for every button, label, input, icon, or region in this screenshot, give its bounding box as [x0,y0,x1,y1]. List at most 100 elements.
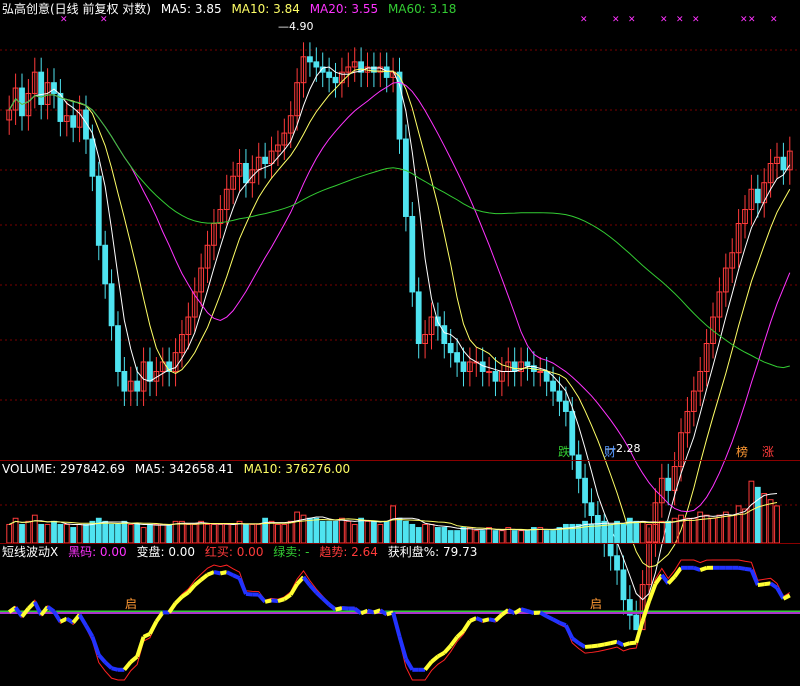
volume-bar [519,531,524,543]
trend-value: 趋势: 2.64 [319,545,378,559]
indicator-trend-seg [771,583,777,587]
volume-bar [544,531,549,543]
main-header: 弘高创意(日线 前复权 对数) MA5: 3.85 MA10: 3.84 MA2… [2,2,462,16]
black-code: 黑码: 0.00 [68,545,127,559]
candle-body [615,556,620,570]
indicator-name[interactable]: 短线波动X [2,545,58,559]
volume-bar [109,524,114,543]
volume-bar [595,524,600,543]
indicator-trend-seg [604,643,610,644]
candle-body [608,542,613,556]
volume-bar [148,524,153,543]
volume-bar [141,528,146,543]
indicator-trend-seg [291,584,297,595]
volume-bar [52,521,57,543]
indicator-trend-seg [368,611,374,613]
indicator-trend-seg [630,643,636,644]
indicator-trend-seg [739,568,745,569]
indicator-trend-seg [278,599,284,601]
volume-bar [186,524,191,543]
volume-bar [218,524,223,543]
signal-tag-tag_zhang: 涨 [762,444,774,459]
indicator-trend-seg [316,592,322,598]
indicator-trend-seg [329,604,335,609]
indicator-trend-seg [547,616,553,619]
volume-bar [346,521,351,543]
indicator-trend-seg [521,609,527,611]
indicator-trend-seg [60,619,66,622]
signal-tag-tag_bang: 榜 [736,444,748,459]
volume-bar [685,518,690,543]
candle-body [109,284,114,326]
indicator-trend-seg [444,646,450,653]
indicator-trend-seg [310,585,316,592]
candle-body [551,381,556,391]
stock-title[interactable]: 弘高创意(日线 前复权 对数) [2,2,151,16]
volume-bar [711,518,716,543]
candle-body [314,62,319,67]
candle-body [90,139,95,176]
indicator-trend-seg [259,595,265,602]
volume-bar [276,524,281,543]
volume-bar [122,521,127,543]
volume-bar [448,531,453,543]
indicator-trend-seg [598,644,604,645]
volume-bar [237,521,242,543]
indicator-trend-seg [591,646,597,647]
indicator-trend-seg [176,597,182,603]
indicator-trend-seg [208,572,214,575]
volume-bar [378,524,383,543]
volume-bar [615,521,620,543]
candle-body [576,455,581,478]
volume-bar [154,524,159,543]
candle-body [52,83,57,94]
volume-value: VOLUME: 297842.69 [2,462,125,476]
indicator-trend-seg [611,642,617,643]
volume-bar [26,521,31,543]
volume-bar [32,515,37,543]
volume-bar [403,521,408,543]
star-marker: ✕ [628,15,636,25]
volume-bar [467,528,472,543]
candle-body [544,371,549,381]
candle-body [384,67,389,77]
volume-bar [64,524,69,543]
change-value: 变盘: 0.00 [136,545,195,559]
volume-bar [691,518,696,543]
volume-bar [116,524,121,543]
ma60-value: MA60: 3.18 [388,2,456,16]
volume-bar [135,524,140,543]
panel-divider-volume [0,460,800,461]
candle-body [96,176,101,245]
volume-bar [525,531,530,543]
indicator-trend-seg [227,572,233,575]
indicator-trend-seg [438,653,444,657]
indicator-trend-seg [188,585,194,592]
candle-body [557,391,562,401]
indicator-trend-seg [105,662,111,668]
candle-body [122,371,127,391]
indicator-trend-seg [463,621,469,631]
star-marker: ✕ [692,15,700,25]
indicator-trend-seg [80,615,86,626]
volume-bar [384,521,389,543]
indicator-trend-seg [451,637,457,646]
volume-bar [621,524,626,543]
volume-bar [250,524,255,543]
indicator-trend-seg [86,625,92,636]
green-sell: 绿卖: - [273,545,309,559]
candle-body [20,88,25,116]
candle-body [135,381,140,391]
volume-bar [602,521,607,543]
candle-body [525,362,530,366]
volume-bar [128,524,133,543]
star-marker: ✕ [612,15,620,25]
candle-body [103,245,108,284]
indicator-trend-seg [623,643,629,645]
candle-body [621,570,626,600]
candle-body [512,362,517,372]
candle-body [570,411,575,455]
candle-body [39,72,44,104]
volume-bar [512,531,517,543]
indicator-trend-seg [617,642,623,645]
